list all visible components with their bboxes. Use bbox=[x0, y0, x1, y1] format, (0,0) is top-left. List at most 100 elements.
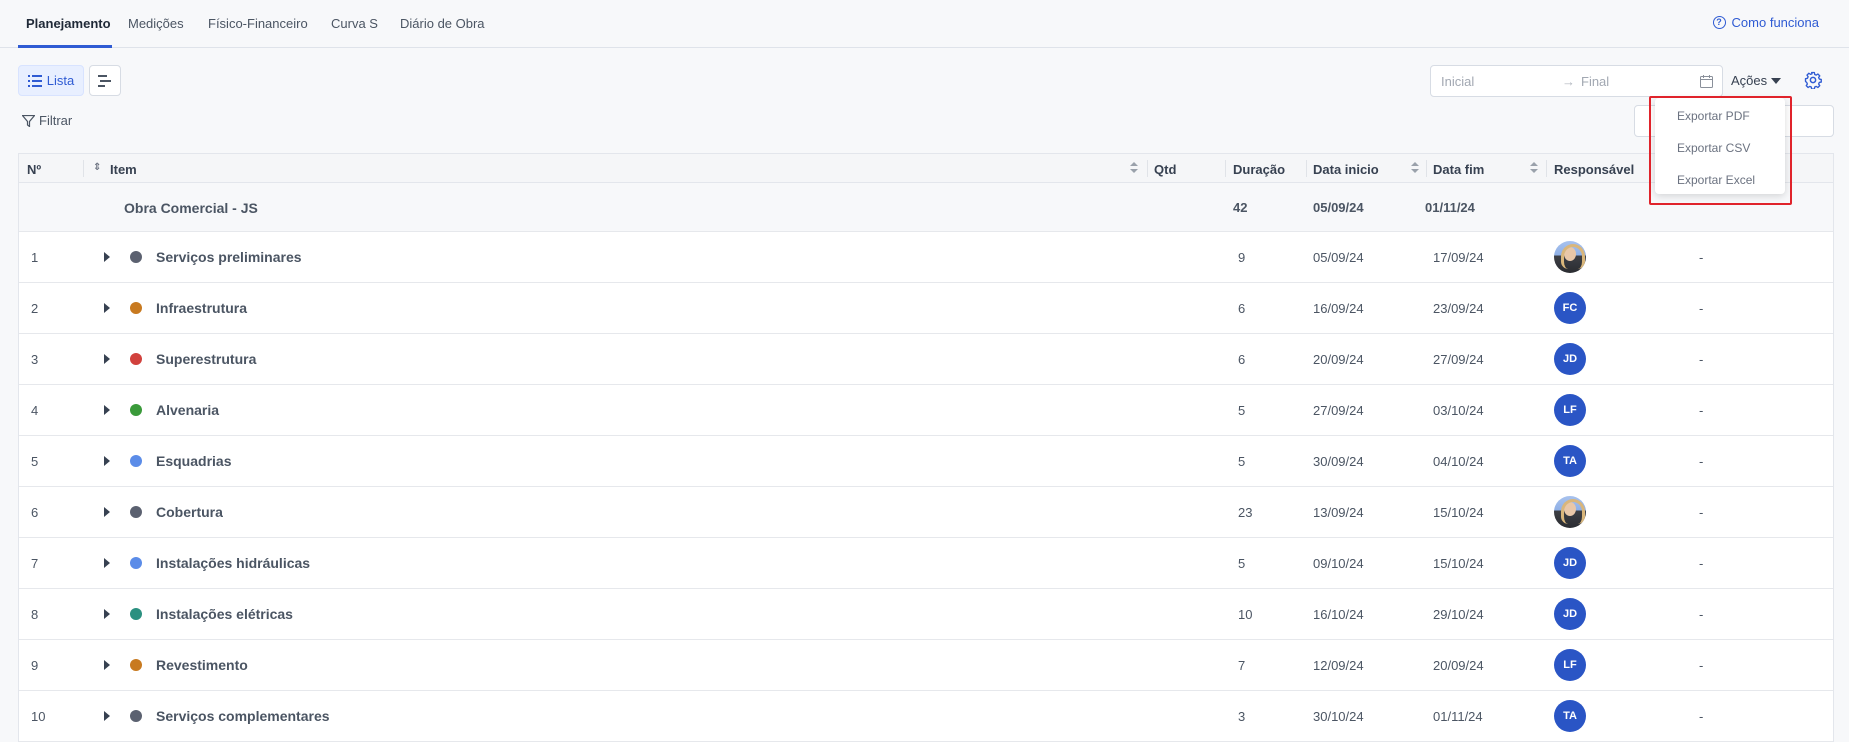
status-dot bbox=[130, 302, 142, 314]
item-name[interactable]: Alvenaria bbox=[156, 402, 219, 418]
data-fim-cell: 01/11/24 bbox=[1433, 709, 1483, 724]
header-qtd: Qtd bbox=[1154, 162, 1177, 177]
item-name[interactable]: Instalações hidráulicas bbox=[156, 555, 310, 571]
tab-fisico-financeiro[interactable]: Físico-Financeiro bbox=[208, 16, 308, 31]
expand-caret-icon[interactable] bbox=[104, 354, 110, 364]
actions-dropdown[interactable]: Ações bbox=[1731, 73, 1782, 88]
tab-curva-s[interactable]: Curva S bbox=[331, 16, 378, 31]
calendar-icon bbox=[1700, 75, 1713, 88]
column-separator bbox=[1546, 160, 1547, 177]
status-dot bbox=[130, 455, 142, 467]
filter-icon bbox=[22, 114, 35, 127]
gantt-view-button[interactable] bbox=[89, 65, 121, 96]
table-row[interactable]: 8 Instalações elétricas 10 16/10/24 29/10/24… bbox=[19, 589, 1833, 640]
avatar[interactable] bbox=[1554, 496, 1586, 528]
group-row[interactable]: Obra Comercial - JS 42 05/09/24 01/11/24 bbox=[19, 183, 1833, 232]
sort-icon[interactable] bbox=[1530, 162, 1538, 174]
gantt-icon bbox=[98, 74, 111, 87]
table-row[interactable]: 2 Infraestrutura 6 16/09/24 23/09/24 FC - bbox=[19, 283, 1833, 334]
gear-icon[interactable] bbox=[1804, 71, 1822, 89]
duracao-cell: 6 bbox=[1238, 352, 1246, 367]
avatar[interactable] bbox=[1554, 241, 1586, 273]
table-row[interactable]: 5 Esquadrias 5 30/09/24 04/10/24 TA - bbox=[19, 436, 1833, 487]
expand-caret-icon[interactable] bbox=[104, 456, 110, 466]
row-number: 1 bbox=[31, 250, 39, 265]
item-name[interactable]: Revestimento bbox=[156, 657, 248, 673]
expand-caret-icon[interactable] bbox=[104, 405, 110, 415]
tab-planejamento[interactable]: Planejamento bbox=[26, 16, 111, 31]
header-data-fim[interactable]: Data fim bbox=[1433, 162, 1484, 177]
extra-cell: - bbox=[1699, 454, 1704, 469]
table-row[interactable]: 7 Instalações hidráulicas 5 09/10/24 15/10/2… bbox=[19, 538, 1833, 589]
date-end-input[interactable]: Final bbox=[1581, 74, 1609, 89]
data-fim-cell: 04/10/24 bbox=[1433, 454, 1484, 469]
row-number: 6 bbox=[31, 505, 39, 520]
extra-cell: - bbox=[1699, 709, 1704, 724]
sort-icon[interactable] bbox=[1411, 162, 1419, 174]
column-separator bbox=[1306, 160, 1307, 177]
avatar[interactable]: FC bbox=[1554, 292, 1586, 324]
status-dot bbox=[130, 557, 142, 569]
table-row[interactable]: 4 Alvenaria 5 27/09/24 03/10/24 LF - bbox=[19, 385, 1833, 436]
table-row[interactable]: 3 Superestrutura 6 20/09/24 27/09/24 JD - bbox=[19, 334, 1833, 385]
date-range-picker[interactable]: Inicial → Final bbox=[1430, 65, 1723, 97]
data-inicio-cell: 20/09/24 bbox=[1313, 352, 1364, 367]
item-name[interactable]: Serviços preliminares bbox=[156, 249, 302, 265]
avatar[interactable]: TA bbox=[1554, 700, 1586, 732]
avatar[interactable]: LF bbox=[1554, 394, 1586, 426]
row-number: 5 bbox=[31, 454, 39, 469]
item-name[interactable]: Serviços complementares bbox=[156, 708, 330, 724]
expand-caret-icon[interactable] bbox=[104, 609, 110, 619]
tab-diario-de-obra[interactable]: Diário de Obra bbox=[400, 16, 485, 31]
item-name[interactable]: Superestrutura bbox=[156, 351, 256, 367]
avatar[interactable]: JD bbox=[1554, 343, 1586, 375]
extra-cell: - bbox=[1699, 658, 1704, 673]
data-inicio-cell: 16/10/24 bbox=[1313, 607, 1364, 622]
data-fim-cell: 15/10/24 bbox=[1433, 556, 1484, 571]
expand-caret-icon[interactable] bbox=[104, 660, 110, 670]
duracao-cell: 6 bbox=[1238, 301, 1246, 316]
group-duracao: 42 bbox=[1233, 200, 1248, 215]
avatar[interactable]: TA bbox=[1554, 445, 1586, 477]
group-fim: 01/11/24 bbox=[1425, 200, 1475, 215]
item-name[interactable]: Instalações elétricas bbox=[156, 606, 293, 622]
list-view-label: Lista bbox=[46, 73, 75, 88]
expand-caret-icon[interactable] bbox=[104, 252, 110, 262]
tab-medicoes[interactable]: Medições bbox=[128, 16, 184, 31]
avatar[interactable]: LF bbox=[1554, 649, 1586, 681]
expand-caret-icon[interactable] bbox=[104, 507, 110, 517]
table-row[interactable]: 9 Revestimento 7 12/09/24 20/09/24 LF - bbox=[19, 640, 1833, 691]
row-number: 2 bbox=[31, 301, 39, 316]
duracao-cell: 3 bbox=[1238, 709, 1246, 724]
expand-caret-icon[interactable] bbox=[104, 711, 110, 721]
highlight-box bbox=[1649, 96, 1792, 205]
item-name[interactable]: Infraestrutura bbox=[156, 300, 247, 316]
avatar[interactable]: JD bbox=[1554, 598, 1586, 630]
item-name[interactable]: Cobertura bbox=[156, 504, 223, 520]
column-separator bbox=[1426, 160, 1427, 177]
help-link[interactable]: ? Como funciona bbox=[1712, 15, 1819, 30]
duracao-cell: 9 bbox=[1238, 250, 1246, 265]
table-row[interactable]: 10 Serviços complementares 3 30/10/24 01/11/… bbox=[19, 691, 1833, 742]
help-link-label: Como funciona bbox=[1731, 15, 1819, 30]
data-fim-cell: 15/10/24 bbox=[1433, 505, 1484, 520]
data-inicio-cell: 27/09/24 bbox=[1313, 403, 1364, 418]
header-item[interactable]: Item bbox=[110, 162, 137, 177]
avatar[interactable]: JD bbox=[1554, 547, 1586, 579]
filter-button[interactable]: Filtrar bbox=[22, 113, 72, 128]
expand-caret-icon[interactable] bbox=[104, 558, 110, 568]
header-data-inicio[interactable]: Data inicio bbox=[1313, 162, 1379, 177]
expand-caret-icon[interactable] bbox=[104, 303, 110, 313]
extra-cell: - bbox=[1699, 556, 1704, 571]
table-row[interactable]: 6 Cobertura 23 13/09/24 15/10/24 - bbox=[19, 487, 1833, 538]
data-inicio-cell: 12/09/24 bbox=[1313, 658, 1364, 673]
sort-icon[interactable] bbox=[1130, 162, 1138, 174]
column-separator bbox=[1225, 160, 1226, 177]
list-view-button[interactable]: Lista bbox=[18, 65, 84, 96]
date-start-input[interactable]: Inicial bbox=[1441, 74, 1474, 89]
table-row[interactable]: 1 Serviços preliminares 9 05/09/24 17/09/24 - bbox=[19, 232, 1833, 283]
expand-all-icon[interactable]: ⇕ bbox=[93, 162, 101, 174]
data-inicio-cell: 09/10/24 bbox=[1313, 556, 1364, 571]
item-name[interactable]: Esquadrias bbox=[156, 453, 231, 469]
extra-cell: - bbox=[1699, 250, 1704, 265]
